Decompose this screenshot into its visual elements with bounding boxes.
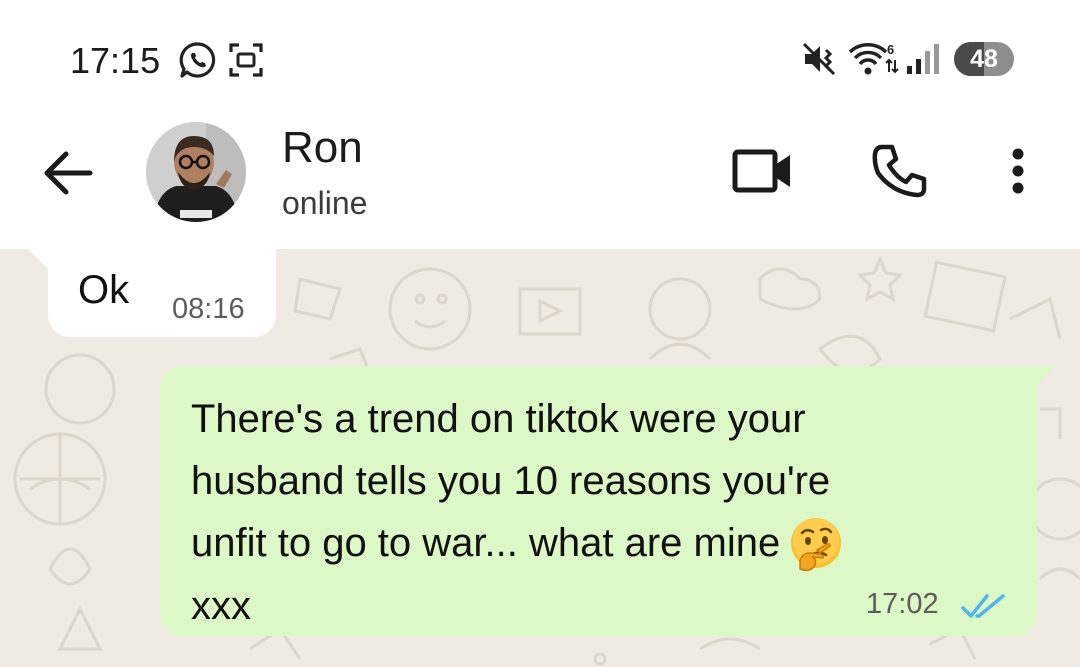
- thinking-face-emoji: [791, 518, 842, 572]
- vibrate-icon: [802, 42, 836, 76]
- signal-icon: [907, 44, 939, 74]
- whatsapp-icon: [179, 42, 216, 78]
- message-line: husband tells you 10 reasons you're: [191, 459, 831, 503]
- more-options-icon[interactable]: [1006, 147, 1030, 197]
- message-text: Ok: [78, 268, 130, 312]
- screen-record-icon: [229, 43, 263, 77]
- status-time: 17:15: [70, 40, 161, 81]
- contact-status: online: [282, 185, 368, 221]
- status-bar: 17:15 6 48: [0, 0, 1080, 115]
- bubble-tail: [28, 249, 50, 271]
- message-line: xxx: [191, 584, 251, 629]
- wifi-6-icon: 6: [848, 42, 899, 75]
- battery-icon: 48: [954, 42, 1014, 76]
- read-receipt-icon: [961, 594, 1005, 618]
- message-text: There's a trend on tiktok were your husb…: [191, 388, 951, 637]
- contact-name[interactable]: Ron: [282, 123, 363, 173]
- video-call-icon[interactable]: [732, 147, 794, 195]
- chat-header: Ron online: [0, 115, 1080, 249]
- message-time: 17:02: [866, 588, 939, 620]
- message-line-with-emoji: unfit to go to war... what are mine: [191, 512, 951, 575]
- message-time: 08:16: [172, 293, 245, 325]
- contact-avatar[interactable]: [146, 122, 246, 222]
- chat-area[interactable]: Ok 08:16 There's a trend on tiktok were …: [0, 249, 1080, 667]
- message-line: There's a trend on tiktok were your: [191, 397, 806, 441]
- battery-level: 48: [970, 45, 998, 73]
- bubble-tail: [1035, 366, 1055, 388]
- message-bubble-outgoing[interactable]: There's a trend on tiktok were your husb…: [160, 366, 1055, 637]
- avatar-photo: [146, 122, 246, 222]
- back-arrow-icon[interactable]: [40, 148, 96, 198]
- message-bubble-incoming[interactable]: Ok 08:16: [28, 249, 276, 337]
- voice-call-icon[interactable]: [870, 143, 928, 199]
- svg-text:6: 6: [887, 42, 894, 57]
